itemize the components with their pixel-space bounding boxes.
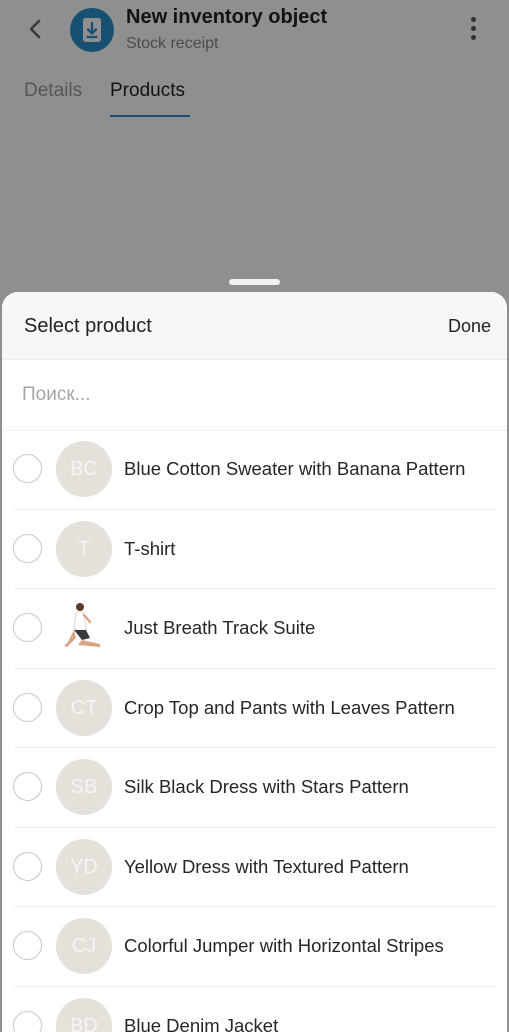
avatar: T [56,521,112,577]
product-name: Blue Denim Jacket [124,1015,278,1032]
avatar: BC [56,441,112,497]
sheet-header: Select product Done [2,292,507,360]
avatar: YD [56,839,112,895]
avatar: SB [56,759,112,815]
select-radio[interactable] [13,772,42,801]
done-button[interactable]: Done [448,316,491,337]
sheet-drag-handle[interactable] [229,279,280,285]
select-product-sheet: Select product Done BC Blue Cotton Sweat… [2,292,507,1032]
product-name: Silk Black Dress with Stars Pattern [124,776,409,798]
select-radio[interactable] [13,931,42,960]
list-item[interactable]: BD Blue Denim Jacket [2,987,507,1032]
sheet-title: Select product [24,315,152,338]
select-radio[interactable] [13,693,42,722]
product-name: T-shirt [124,538,175,560]
list-item[interactable]: CJ Colorful Jumper with Horizontal Strip… [2,907,507,987]
product-photo [56,600,112,656]
list-item[interactable]: Just Breath Track Suite [2,589,507,669]
select-radio[interactable] [13,534,42,563]
select-radio[interactable] [13,613,42,642]
list-item[interactable]: SB Silk Black Dress with Stars Pattern [2,748,507,828]
select-radio[interactable] [13,454,42,483]
list-item[interactable]: YD Yellow Dress with Textured Pattern [2,828,507,908]
list-item[interactable]: BC Blue Cotton Sweater with Banana Patte… [2,430,507,510]
list-item[interactable]: CT Crop Top and Pants with Leaves Patter… [2,669,507,749]
product-name: Just Breath Track Suite [124,617,315,639]
product-name: Blue Cotton Sweater with Banana Pattern [124,458,465,480]
avatar: BD [56,998,112,1032]
search-input[interactable] [20,376,484,414]
product-name: Colorful Jumper with Horizontal Stripes [124,935,444,957]
avatar: CJ [56,918,112,974]
avatar: CT [56,680,112,736]
product-name: Yellow Dress with Textured Pattern [124,856,409,878]
list-item[interactable]: T T-shirt [2,510,507,590]
select-radio[interactable] [13,852,42,881]
yoga-pose-photo-icon [56,600,112,656]
search-bar [2,360,507,431]
product-list: BC Blue Cotton Sweater with Banana Patte… [2,430,507,1032]
select-radio[interactable] [13,1011,42,1032]
product-name: Crop Top and Pants with Leaves Pattern [124,697,455,719]
